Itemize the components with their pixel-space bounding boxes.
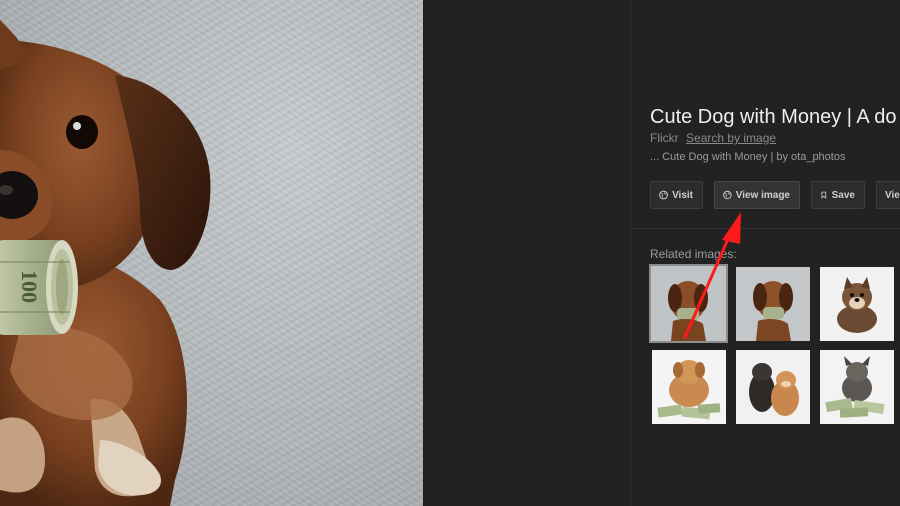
image-snippet: ... Cute Dog with Money | by ota_photos xyxy=(650,151,846,163)
search-by-image-link[interactable]: Search by image xyxy=(686,131,776,145)
image-details-panel: Cute Dog with Money | A do Flickr Search… xyxy=(632,0,900,506)
related-image-thumbnail[interactable] xyxy=(736,350,810,424)
related-image-thumbnail[interactable] xyxy=(736,267,810,341)
save-label: Save xyxy=(831,189,855,201)
globe-icon xyxy=(659,190,668,200)
view-image-label: View image xyxy=(735,189,790,201)
image-preview[interactable]: 100 xyxy=(0,0,423,506)
globe-icon xyxy=(723,190,732,200)
save-button[interactable]: Save xyxy=(811,181,865,209)
related-image-thumbnail[interactable] xyxy=(820,350,894,424)
shiba-puppy-thumbnail-image xyxy=(820,267,894,341)
related-image-thumbnail[interactable] xyxy=(649,264,728,343)
visit-label: Visit xyxy=(672,189,693,201)
section-divider xyxy=(632,228,900,229)
dog-photo: 100 xyxy=(0,20,211,506)
pane-divider xyxy=(630,0,631,506)
related-image-thumbnail[interactable] xyxy=(652,350,726,424)
view-saved-button[interactable]: Vie xyxy=(876,181,900,209)
related-images-label: Related images: xyxy=(650,247,737,261)
source-row: Flickr Search by image xyxy=(650,131,776,145)
two-puppies-thumbnail-image xyxy=(736,350,810,424)
puppy-on-money-thumbnail-image xyxy=(652,350,726,424)
dachshund-thumbnail-image xyxy=(651,266,726,341)
money-roll: 100 xyxy=(0,240,78,335)
dachshund-thumbnail-image xyxy=(736,267,810,341)
pane-divider xyxy=(423,0,424,506)
view-saved-label: Vie xyxy=(885,189,900,201)
source-name: Flickr xyxy=(650,131,679,145)
view-image-button[interactable]: View image xyxy=(714,181,800,209)
related-image-thumbnail[interactable] xyxy=(820,267,894,341)
visit-button[interactable]: Visit xyxy=(650,181,703,209)
bulldog-on-money-thumbnail-image xyxy=(820,350,894,424)
image-title[interactable]: Cute Dog with Money | A do xyxy=(650,106,896,129)
svg-text:100: 100 xyxy=(17,270,42,303)
bookmark-icon xyxy=(821,191,827,199)
